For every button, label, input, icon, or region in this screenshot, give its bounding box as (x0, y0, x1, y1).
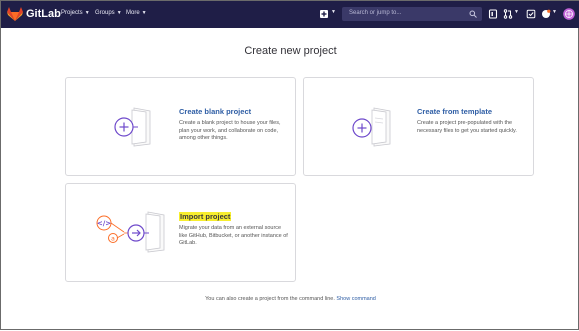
template-description: Create a project pre-populated with the … (417, 120, 517, 134)
template-illustration-icon (352, 107, 391, 147)
merge-request-icon[interactable] (503, 9, 513, 19)
gitlab-logo-icon[interactable] (7, 7, 23, 21)
top-navigation-bar: GitLab Projects ▼ Groups ▼ More ▼ ▼ Search … (1, 1, 579, 28)
page-title: Create new project (244, 45, 337, 57)
chevron-down-icon: ▼ (116, 10, 122, 16)
import-project-title[interactable]: Import project (179, 212, 232, 221)
chevron-down-icon[interactable]: ▼ (514, 9, 519, 15)
nav-groups[interactable]: Groups ▼ (95, 10, 122, 16)
import-project-description: Migrate your data from an external sourc… (179, 225, 288, 246)
chevron-down-icon[interactable]: ▼ (331, 9, 336, 15)
todo-icon[interactable] (526, 9, 536, 19)
chevron-down-icon: ▼ (84, 10, 90, 16)
nav-more-label: More (126, 10, 140, 16)
command-line-hint: You can also create a project from the c… (1, 296, 579, 302)
chevron-down-icon: ▼ (141, 10, 147, 16)
search-icon (469, 10, 477, 18)
nav-projects-label: Projects (61, 10, 83, 16)
app-window: GitLab Projects ▼ Groups ▼ More ▼ ▼ Search … (0, 0, 579, 330)
create-blank-project-card[interactable]: Create blank project Create a blank proj… (65, 77, 296, 176)
chevron-down-icon[interactable]: ▼ (552, 9, 557, 15)
blank-project-description: Create a blank project to house your fil… (179, 120, 281, 141)
avatar[interactable] (563, 8, 575, 20)
create-from-template-card[interactable]: Create from template Create a project pr… (303, 77, 534, 176)
import-project-title-text: Import project (179, 212, 232, 221)
import-project-illustration-icon: </> a (96, 211, 165, 253)
command-line-text: You can also create a project from the c… (205, 296, 335, 302)
help-icon[interactable] (541, 9, 551, 19)
search-placeholder: Search or jump to... (349, 10, 402, 16)
import-project-card[interactable]: </> a Import project Migrate your data f… (65, 183, 296, 282)
blank-project-title[interactable]: Create blank project (179, 107, 251, 116)
show-command-link[interactable]: Show command (336, 296, 375, 302)
new-item-icon[interactable] (319, 9, 329, 19)
template-title[interactable]: Create from template (417, 107, 492, 116)
main-content: Create new project Create blank project … (1, 28, 579, 331)
issues-icon[interactable] (488, 9, 498, 19)
svg-text:a: a (111, 236, 115, 243)
svg-text:</>: </> (97, 220, 111, 228)
blank-project-illustration-icon (114, 107, 151, 147)
brand-name[interactable]: GitLab (26, 8, 61, 20)
nav-projects[interactable]: Projects ▼ (61, 10, 90, 16)
search-input[interactable]: Search or jump to... (342, 7, 482, 21)
nav-more[interactable]: More ▼ (126, 10, 147, 16)
nav-groups-label: Groups (95, 10, 115, 16)
